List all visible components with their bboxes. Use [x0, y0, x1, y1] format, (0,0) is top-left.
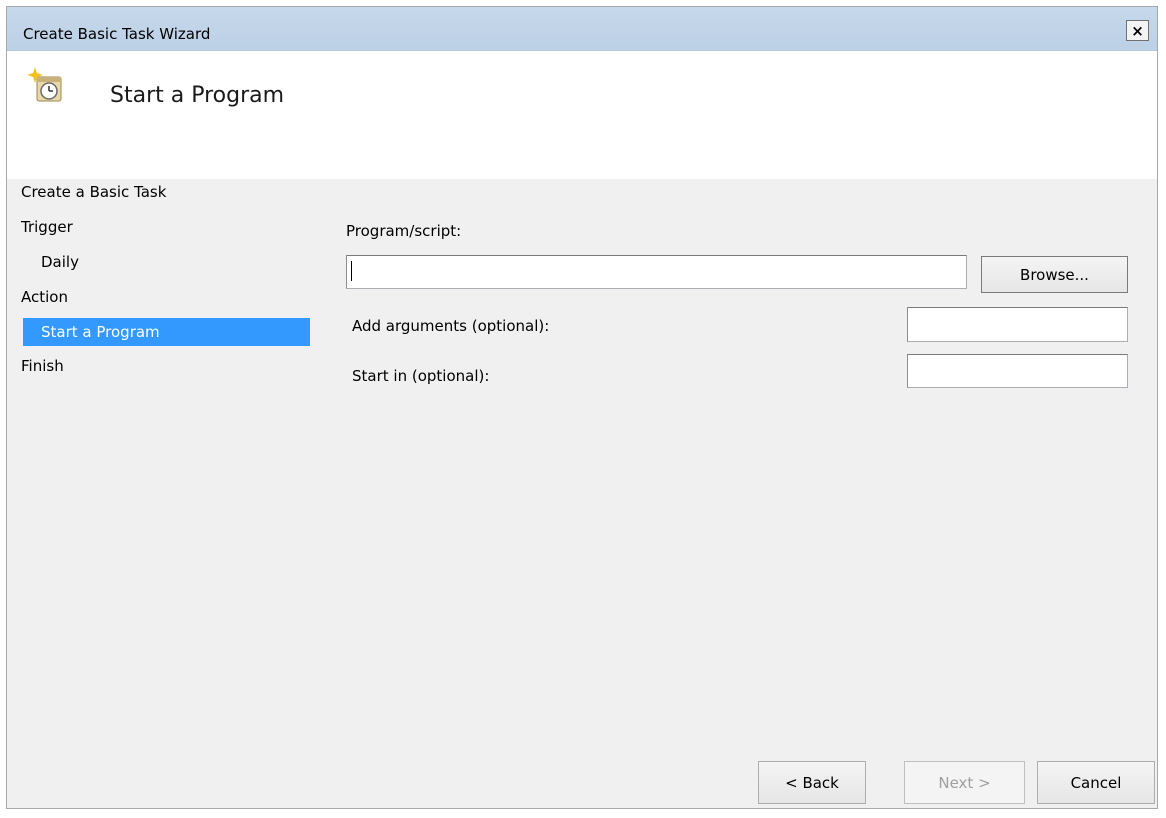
nav-item-finish[interactable]: Finish — [21, 353, 64, 379]
program-script-label: Program/script: — [346, 222, 462, 240]
header-panel: Start a Program — [7, 51, 1157, 179]
browse-button[interactable]: Browse... — [981, 256, 1128, 293]
nav-item-start-a-program[interactable]: Start a Program — [23, 318, 310, 346]
add-arguments-label: Add arguments (optional): — [352, 317, 550, 335]
add-arguments-input[interactable] — [907, 307, 1128, 342]
page-title: Start a Program — [110, 83, 285, 108]
start-in-input[interactable] — [907, 354, 1128, 388]
start-in-label: Start in (optional): — [352, 367, 490, 385]
nav-item-daily[interactable]: Daily — [41, 249, 79, 275]
cancel-button[interactable]: Cancel — [1037, 761, 1155, 804]
close-button[interactable]: × — [1126, 20, 1149, 41]
scheduled-task-clock-icon — [27, 67, 62, 102]
nav-item-label: Start a Program — [41, 323, 160, 341]
program-script-input[interactable] — [346, 255, 967, 289]
text-caret — [351, 261, 352, 281]
window-title: Create Basic Task Wizard — [23, 25, 211, 43]
wizard-window: Create Basic Task Wizard × Start a Progr… — [6, 6, 1158, 809]
next-button[interactable]: Next > — [904, 761, 1025, 804]
back-button[interactable]: < Back — [758, 761, 866, 804]
nav-item-action[interactable]: Action — [21, 284, 68, 310]
title-bar: Create Basic Task Wizard × — [7, 7, 1157, 51]
nav-item-trigger[interactable]: Trigger — [21, 214, 73, 240]
nav-item-create-basic-task[interactable]: Create a Basic Task — [21, 179, 166, 205]
close-icon: × — [1131, 21, 1144, 40]
